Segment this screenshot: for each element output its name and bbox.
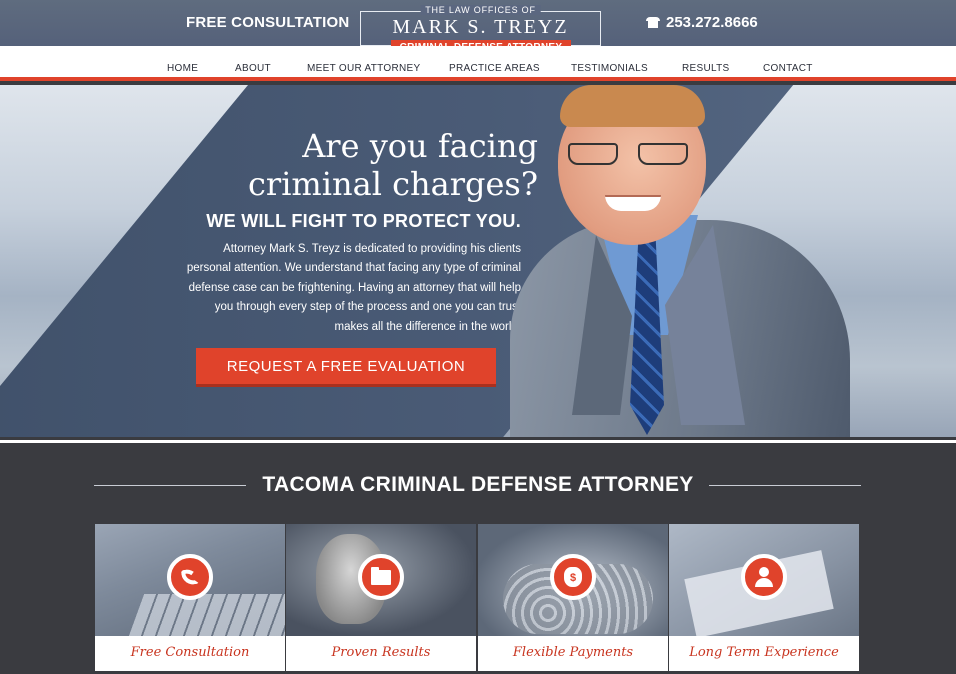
- main-nav: HOME ABOUT MEET OUR ATTORNEY PRACTICE AR…: [0, 46, 956, 81]
- hero-title-line-2: criminal charges?: [247, 165, 538, 203]
- hero-subtitle: WE WILL FIGHT TO PROTECT YOU.: [206, 211, 521, 231]
- card-flexible-payments[interactable]: $ Flexible Payments: [478, 524, 668, 671]
- nav-testimonials[interactable]: TESTIMONIALS: [571, 63, 648, 74]
- card-free-consultation[interactable]: Free Consultation: [95, 524, 285, 671]
- card-label: Proven Results: [331, 645, 431, 660]
- card-proven-results[interactable]: Proven Results: [286, 524, 476, 671]
- services-section: TACOMA CRIMINAL DEFENSE ATTORNEY Free Co…: [0, 440, 956, 674]
- user-icon: [741, 554, 787, 600]
- nav-practice-areas[interactable]: PRACTICE AREAS: [449, 63, 540, 74]
- phone-number: 253.272.8666: [666, 14, 758, 31]
- free-consultation-link[interactable]: FREE CONSULTATION: [186, 14, 349, 31]
- hero-title: Are you facing criminal charges?: [198, 127, 538, 203]
- top-bar: FREE CONSULTATION THE LAW OFFICES OF MAR…: [0, 0, 956, 56]
- hero-banner: Are you facing criminal charges? WE WILL…: [0, 85, 956, 437]
- telephone-icon: [646, 17, 660, 28]
- attorney-photo: [510, 85, 855, 437]
- hero-title-line-1: Are you facing: [302, 127, 538, 165]
- nav-contact[interactable]: CONTACT: [763, 63, 813, 74]
- dollar-glyph: $: [564, 567, 582, 587]
- phone-icon: [167, 554, 213, 600]
- logo-small-text: THE LAW OFFICES OF: [420, 5, 541, 15]
- card-long-term-experience[interactable]: Long Term Experience: [669, 524, 859, 671]
- money-bag-icon: $: [550, 554, 596, 600]
- title-divider-right: [709, 485, 861, 486]
- request-evaluation-button[interactable]: REQUEST A FREE EVALUATION: [196, 348, 496, 384]
- card-label: Free Consultation: [130, 645, 250, 660]
- phone-number-link[interactable]: 253.272.8666: [646, 14, 758, 31]
- folder-icon: [358, 554, 404, 600]
- card-label: Long Term Experience: [689, 645, 839, 660]
- nav-home[interactable]: HOME: [167, 63, 198, 74]
- nav-about[interactable]: ABOUT: [235, 63, 271, 74]
- hero-body-text: Attorney Mark S. Treyz is dedicated to p…: [186, 243, 521, 333]
- logo-name: MARK S. TREYZ: [392, 16, 569, 38]
- card-label: Flexible Payments: [512, 645, 634, 660]
- nav-meet-our-attorney[interactable]: MEET OUR ATTORNEY: [307, 63, 420, 74]
- nav-results[interactable]: RESULTS: [682, 63, 729, 74]
